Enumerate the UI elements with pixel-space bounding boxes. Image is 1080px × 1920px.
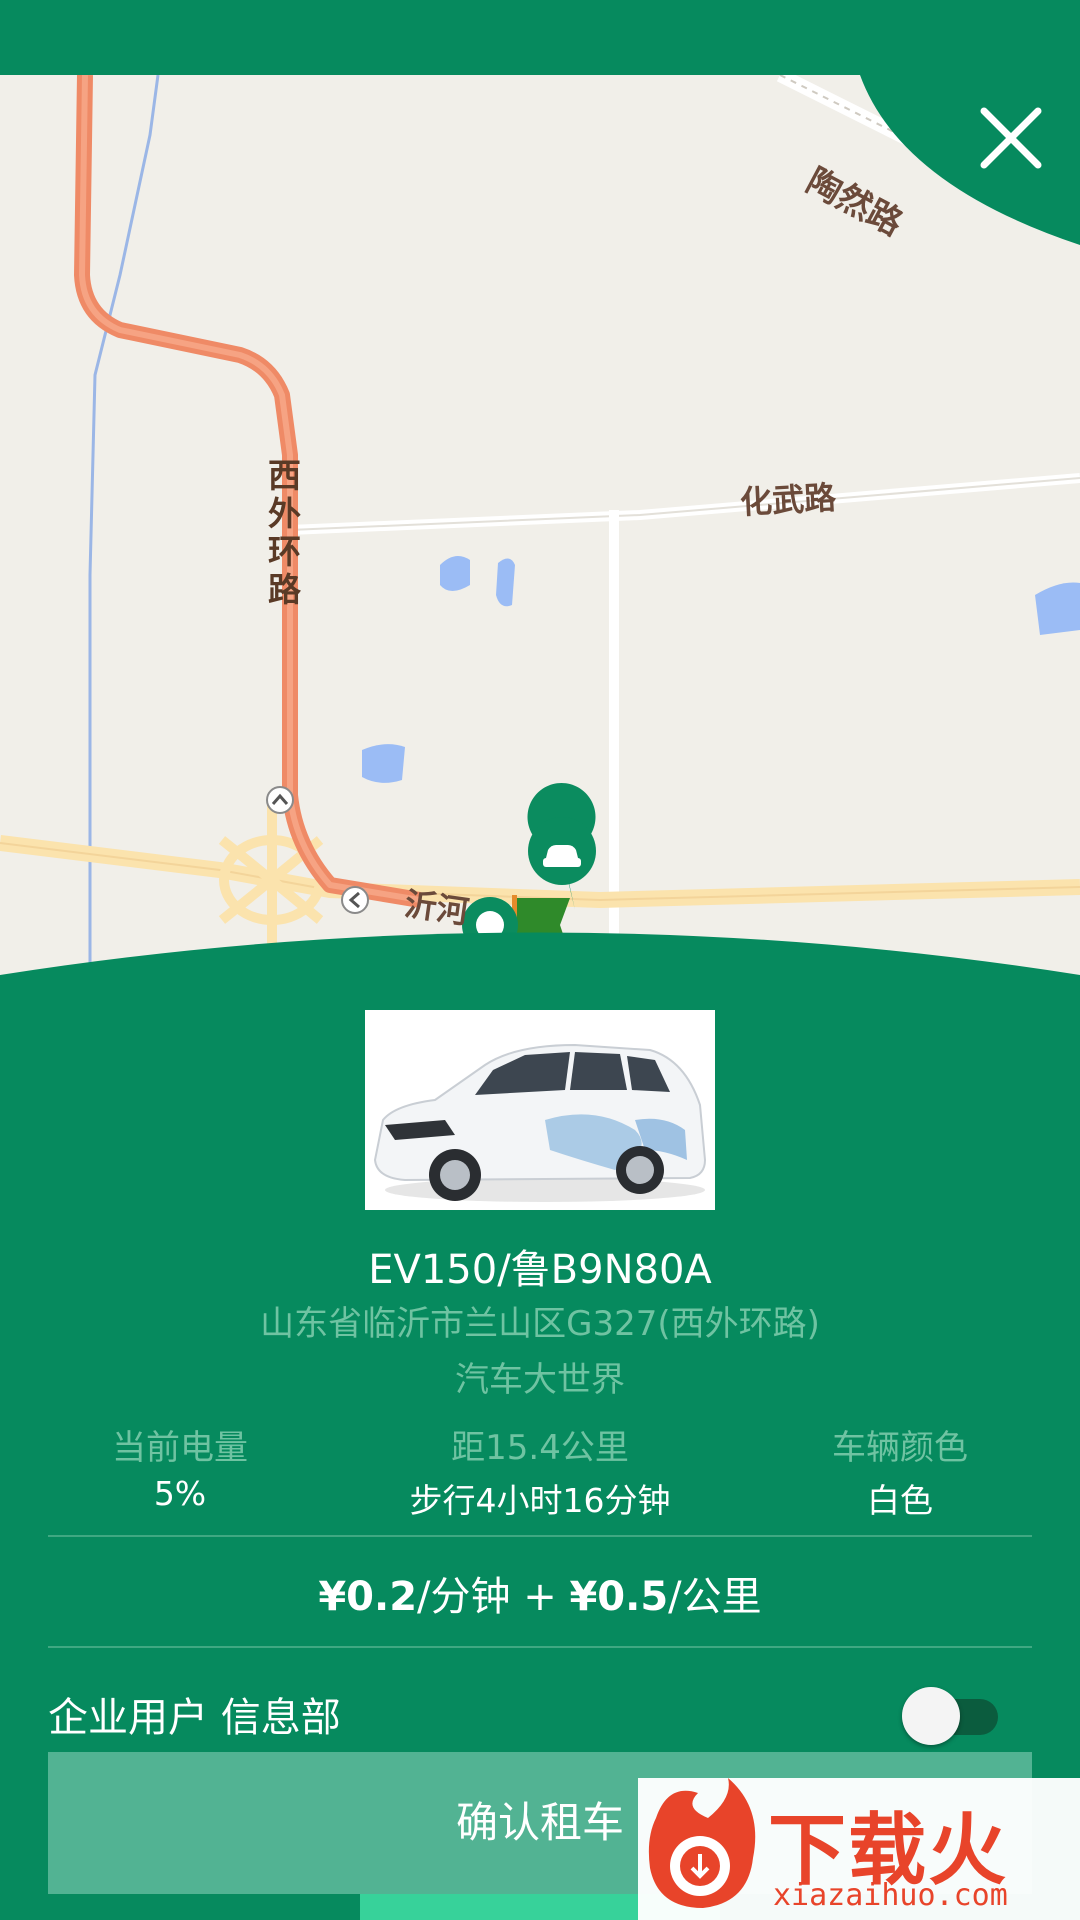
road-label-huawu: 化武路 bbox=[739, 478, 838, 522]
road-label-xiwai: 西外环路 bbox=[268, 456, 301, 609]
road-label-yi: 沂河 bbox=[402, 884, 472, 932]
minor-road bbox=[289, 473, 1080, 535]
distance-stat: 距15.4公里 步行4小时16分钟 bbox=[390, 1420, 690, 1522]
flame-logo-icon bbox=[648, 1778, 756, 1908]
car-address: 山东省临沂市兰山区G327(西外环路) bbox=[260, 1304, 820, 1344]
car-photo bbox=[365, 1010, 715, 1210]
divider bbox=[48, 1535, 1032, 1537]
close-icon[interactable] bbox=[976, 103, 1046, 173]
divider bbox=[48, 1646, 1032, 1648]
corporate-user-label: 企业用户 信息部 bbox=[48, 1695, 341, 1741]
car-place-name: 汽车大世界 bbox=[455, 1360, 625, 1400]
lake bbox=[440, 556, 470, 591]
status-bar bbox=[0, 0, 1080, 75]
watermark: 下载火 xiazaihuo.com bbox=[638, 1778, 1080, 1920]
color-stat: 车辆颜色 白色 bbox=[750, 1420, 1050, 1522]
close-corner-bg bbox=[860, 75, 1080, 245]
color-value: 白色 bbox=[867, 1481, 933, 1520]
color-label: 车辆颜色 bbox=[832, 1428, 968, 1468]
screen: 陶然路 化武路 沂河 西外环路 EV150/鲁B9N80A 山东省临沂市兰山区G… bbox=[0, 0, 1080, 1920]
lake bbox=[1035, 582, 1080, 635]
direction-arrow-icon bbox=[266, 786, 294, 814]
battery-value: 5% bbox=[153, 1474, 207, 1513]
price-per-minute: ¥0.2 bbox=[318, 1574, 418, 1620]
battery-label: 当前电量 bbox=[112, 1428, 248, 1468]
price-km-unit: /公里 bbox=[668, 1574, 762, 1620]
watermark-url: xiazaihuo.com bbox=[773, 1878, 1008, 1913]
price-info: ¥0.2/分钟 + ¥0.5/公里 bbox=[0, 1564, 1080, 1622]
toggle-thumb bbox=[902, 1687, 960, 1745]
direction-arrow-icon bbox=[341, 886, 369, 914]
river-line bbox=[88, 75, 160, 975]
walk-time-value: 步行4小时16分钟 bbox=[409, 1481, 671, 1520]
distance-label: 距15.4公里 bbox=[451, 1428, 629, 1468]
car-image bbox=[365, 1010, 715, 1210]
corporate-user-toggle[interactable] bbox=[900, 1683, 1000, 1745]
car-model-plate: EV150/鲁B9N80A bbox=[368, 1247, 712, 1293]
battery-stat: 当前电量 5% bbox=[30, 1420, 330, 1513]
lake bbox=[362, 744, 405, 783]
price-per-km: ¥0.5 bbox=[569, 1574, 669, 1620]
lake bbox=[496, 558, 515, 607]
price-minute-unit: /分钟 + bbox=[417, 1574, 570, 1620]
